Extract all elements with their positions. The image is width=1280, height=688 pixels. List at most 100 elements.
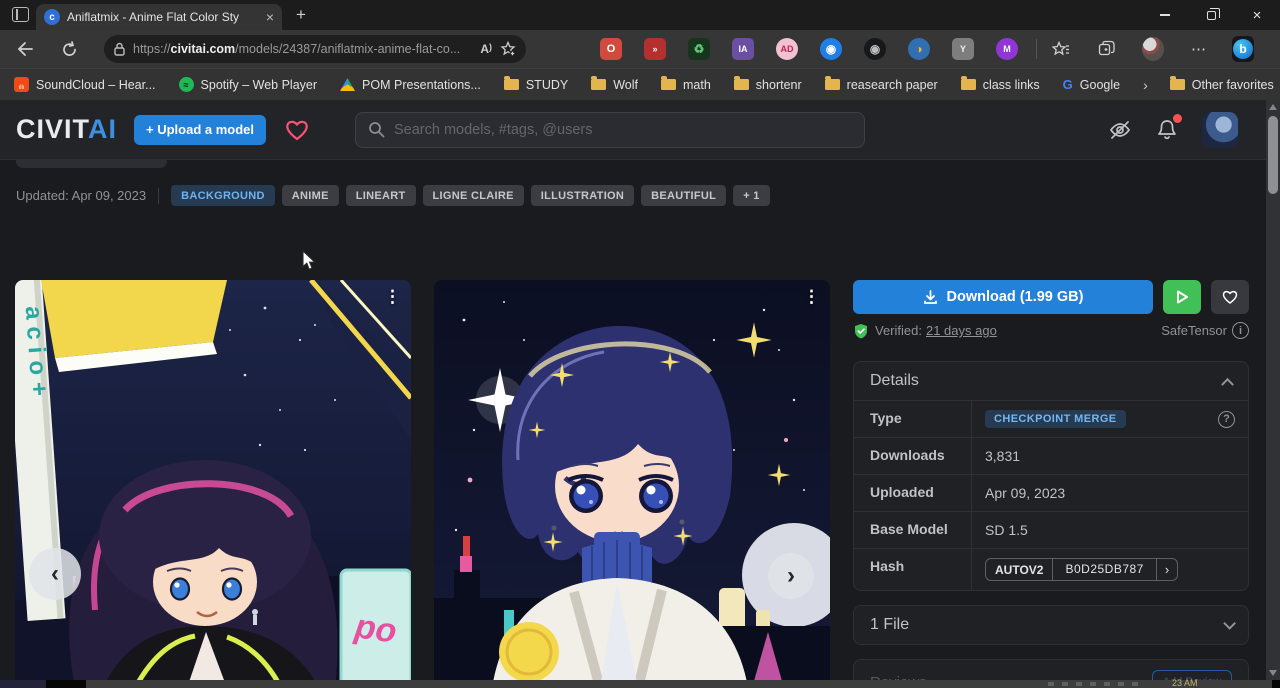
- bookmark-folder-math[interactable]: math: [661, 78, 711, 92]
- extension-icon-2[interactable]: »: [644, 38, 666, 60]
- extension-icon-4[interactable]: IA: [732, 38, 754, 60]
- scrollbar-thumb[interactable]: [1268, 116, 1278, 194]
- bookmark-pom[interactable]: POM Presentations...: [340, 78, 481, 92]
- collections-button[interactable]: [1096, 38, 1118, 60]
- other-favorites[interactable]: Other favorites: [1170, 78, 1274, 92]
- heart-icon: [284, 118, 310, 142]
- verified-label: Verified:: [875, 323, 922, 338]
- hash-expand-chevron[interactable]: ›: [1156, 559, 1177, 580]
- header-icons: [1108, 112, 1264, 148]
- tag-ligne-claire[interactable]: LIGNE CLAIRE: [423, 185, 524, 206]
- search-bar[interactable]: [355, 112, 865, 148]
- scroll-up-arrow[interactable]: [1269, 104, 1277, 110]
- url-domain: civitai.com: [171, 42, 236, 56]
- meta-divider: [158, 188, 159, 204]
- question-icon[interactable]: ?: [1218, 411, 1235, 428]
- files-header[interactable]: 1 File: [854, 606, 1248, 644]
- bookmark-folder-wolf[interactable]: Wolf: [591, 78, 638, 92]
- browser-tab[interactable]: c Aniflatmix - Anime Flat Color Sty ×: [36, 4, 282, 30]
- read-aloud-icon[interactable]: A: [480, 42, 492, 56]
- gallery-image-1[interactable]: acio+ po ⋮: [15, 280, 411, 688]
- new-tab-button[interactable]: +: [296, 5, 306, 25]
- hide-content-eye-off-icon[interactable]: [1108, 119, 1132, 141]
- format-label: SafeTensor: [1161, 323, 1227, 338]
- tag-illustration[interactable]: ILLUSTRATION: [531, 185, 634, 206]
- address-bar[interactable]: https://civitai.com/models/24387/aniflat…: [104, 35, 526, 63]
- favorites-menu-button[interactable]: [1050, 38, 1072, 60]
- hash-pill[interactable]: AUTOV2 B0D25DB787 ›: [985, 558, 1178, 581]
- tag-beautiful[interactable]: BEAUTIFUL: [641, 185, 726, 206]
- tag-lineart[interactable]: LINEART: [346, 185, 416, 206]
- folder-icon: [661, 79, 676, 90]
- hash-type: AUTOV2: [986, 559, 1052, 580]
- download-button[interactable]: Download (1.99 GB): [853, 280, 1153, 314]
- upload-model-button[interactable]: + Upload a model: [134, 115, 266, 145]
- spotify-icon: [179, 77, 194, 92]
- bookmarks-overflow-chevron[interactable]: ›: [1143, 77, 1148, 93]
- minimize-button[interactable]: [1142, 0, 1188, 30]
- format-info: SafeTensor i: [1161, 322, 1249, 339]
- favorite-model-button[interactable]: [1211, 280, 1249, 314]
- tab-actions-icon[interactable]: [12, 7, 29, 22]
- run-model-button[interactable]: [1163, 280, 1201, 314]
- scroll-down-arrow[interactable]: [1269, 670, 1277, 676]
- back-button[interactable]: [14, 38, 36, 60]
- tab-close-icon[interactable]: ×: [266, 10, 274, 24]
- rating-pill[interactable]: ★★★★★ 51: [16, 160, 167, 168]
- bookmark-soundcloud[interactable]: SoundCloud – Hear...: [14, 77, 156, 92]
- extension-icon-8[interactable]: ◑: [908, 38, 930, 60]
- tag-more[interactable]: + 1: [733, 185, 770, 206]
- bing-chat-button[interactable]: b: [1232, 38, 1254, 60]
- close-button[interactable]: ×: [1234, 0, 1280, 30]
- civitai-logo[interactable]: CIVITAI: [16, 114, 117, 145]
- type-badge[interactable]: CHECKPOINT MERGE: [985, 410, 1126, 428]
- url-text[interactable]: https://civitai.com/models/24387/aniflat…: [133, 42, 476, 56]
- url-path: /models/24387/aniflatmix-anime-flat-co..…: [235, 42, 460, 56]
- info-icon[interactable]: i: [1232, 322, 1249, 339]
- bookmarks-bar: SoundCloud – Hear... Spotify – Web Playe…: [0, 68, 1280, 100]
- detail-row-hash: Hash AUTOV2 B0D25DB787 ›: [854, 548, 1248, 590]
- bookmark-folder-shortenr[interactable]: shortenr: [734, 78, 802, 92]
- extension-icon-10[interactable]: M: [996, 38, 1018, 60]
- tag-anime[interactable]: ANIME: [282, 185, 339, 206]
- profile-button[interactable]: [1142, 38, 1164, 60]
- details-header[interactable]: Details: [854, 362, 1248, 400]
- window-controls: ×: [1142, 0, 1280, 30]
- header-heart-button[interactable]: [284, 118, 310, 142]
- image-menu-button[interactable]: ⋮: [384, 288, 401, 307]
- verified-time-link[interactable]: 21 days ago: [926, 323, 997, 338]
- folder-icon: [591, 79, 606, 90]
- image-menu-button[interactable]: ⋮: [803, 288, 820, 307]
- google-drive-icon: [340, 78, 355, 91]
- extension-icon-1[interactable]: O: [600, 38, 622, 60]
- browser-menu-button[interactable]: ⋯: [1188, 38, 1210, 60]
- tag-background[interactable]: BACKGROUND: [171, 185, 275, 206]
- restore-button[interactable]: [1188, 0, 1234, 30]
- user-avatar[interactable]: [1202, 112, 1238, 148]
- refresh-button[interactable]: [58, 38, 80, 60]
- taskbar-sliver[interactable]: 23 AM: [0, 680, 1280, 688]
- folder-icon: [825, 79, 840, 90]
- favorite-star-icon[interactable]: [500, 41, 516, 57]
- bookmark-google[interactable]: GGoogle: [1063, 77, 1120, 92]
- extension-icon-7[interactable]: ◉: [864, 38, 886, 60]
- page-scrollbar[interactable]: [1266, 100, 1280, 688]
- bookmark-folder-classlinks[interactable]: class links: [961, 78, 1040, 92]
- carousel-prev-button[interactable]: ‹: [29, 548, 81, 600]
- extension-icon-9[interactable]: Y: [952, 38, 974, 60]
- notifications-button[interactable]: [1156, 118, 1178, 141]
- carousel-next-button[interactable]: ›: [768, 553, 814, 599]
- search-icon: [368, 121, 385, 138]
- bookmark-folder-study[interactable]: STUDY: [504, 78, 568, 92]
- search-input[interactable]: [394, 122, 852, 138]
- extension-icon-3[interactable]: ♻: [688, 38, 710, 60]
- taskbar-start-area[interactable]: [0, 680, 46, 688]
- bookmark-spotify[interactable]: Spotify – Web Player: [179, 77, 318, 92]
- folder-icon: [961, 79, 976, 90]
- lock-icon: [114, 42, 125, 56]
- gallery-image-2[interactable]: ⋮: [434, 280, 830, 688]
- extension-icon-5[interactable]: AD: [776, 38, 798, 60]
- extension-icon-6[interactable]: ◉: [820, 38, 842, 60]
- download-icon: [923, 290, 938, 305]
- bookmark-folder-research[interactable]: reasearch paper: [825, 78, 938, 92]
